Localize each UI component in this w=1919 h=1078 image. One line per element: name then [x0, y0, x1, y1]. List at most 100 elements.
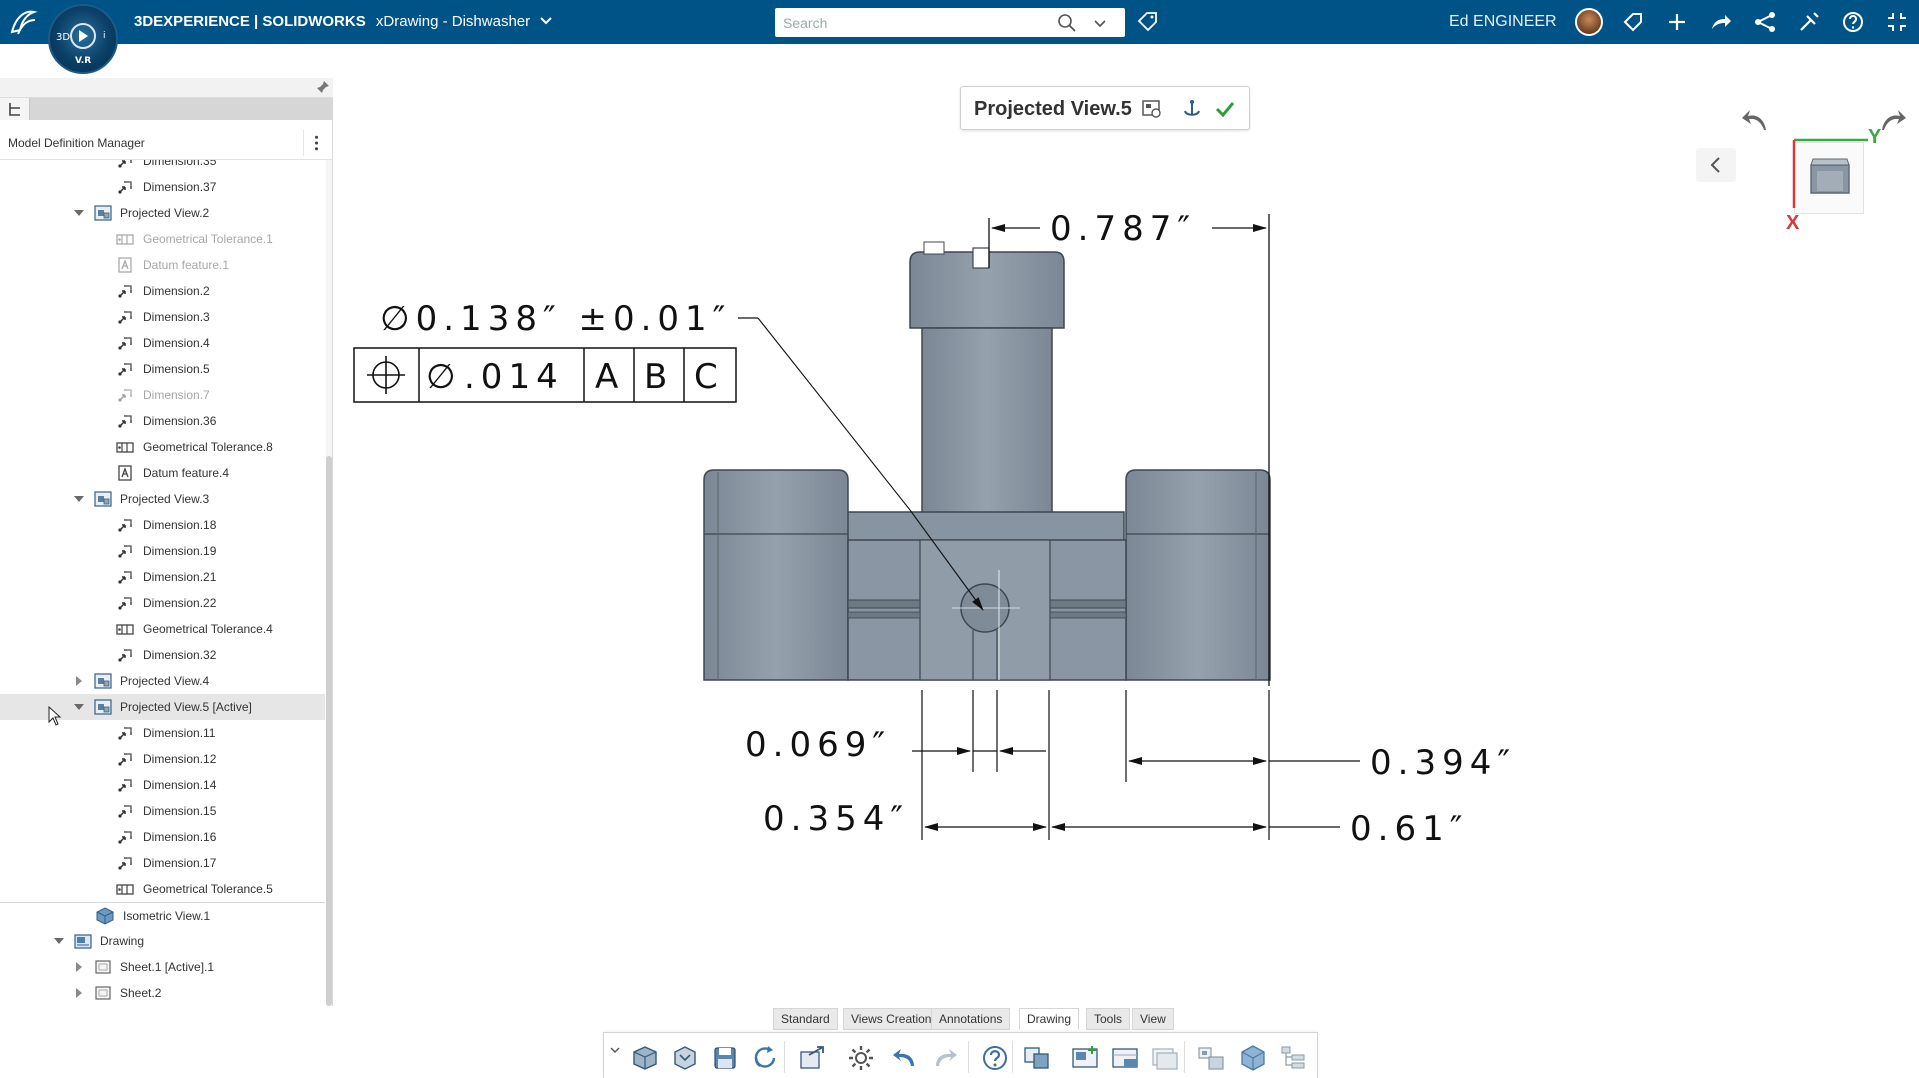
more-options-icon[interactable] — [303, 130, 329, 156]
tree-item[interactable]: Projected View.4 — [0, 668, 325, 694]
scrollbar-thumb[interactable] — [326, 456, 332, 1006]
caret-down-icon[interactable] — [74, 702, 84, 712]
undo-icon[interactable] — [890, 1043, 920, 1073]
tree-item[interactable]: Sheet.2 — [0, 980, 325, 1006]
fullscreen-icon[interactable] — [1884, 9, 1910, 35]
tree-item[interactable]: Dimension.17 — [0, 850, 325, 876]
tree-item[interactable]: Dimension.21 — [0, 564, 325, 590]
tree-item[interactable]: Dimension.32 — [0, 642, 325, 668]
caret-down-icon[interactable] — [74, 208, 84, 218]
tree-item[interactable]: Dimension.15 — [0, 798, 325, 824]
tree-item-label: Geometrical Tolerance.5 — [143, 882, 273, 896]
bom-icon[interactable] — [1278, 1043, 1308, 1073]
tab-annotations[interactable]: Annotations — [931, 1008, 1011, 1030]
tree-item[interactable]: Dimension.22 — [0, 590, 325, 616]
settings-icon[interactable] — [846, 1043, 876, 1073]
dassault-logo-icon[interactable] — [8, 6, 38, 38]
drawing-canvas[interactable]: 0.787″ ∅0.138″ ±0.01″ ∅ .014 A B C 0.069… — [340, 190, 1600, 870]
fcf-tolerance-value: .014 — [464, 357, 564, 397]
background-icon[interactable] — [1150, 1043, 1180, 1073]
caret-down-icon[interactable] — [54, 936, 64, 946]
tree-item[interactable]: Dimension.3 — [0, 304, 325, 330]
tree-item[interactable]: Drawing — [0, 928, 325, 954]
rotate-left-icon[interactable] — [1740, 104, 1772, 134]
caret-right-icon[interactable] — [74, 676, 84, 686]
tree-item[interactable]: Dimension.2 — [0, 278, 325, 304]
share-tag-icon[interactable] — [1620, 9, 1646, 35]
network-icon[interactable] — [1752, 9, 1778, 35]
tab-view[interactable]: View — [1132, 1008, 1174, 1030]
feature-control-frame[interactable]: ∅ .014 A B C — [353, 347, 737, 403]
caret-right-icon[interactable] — [74, 988, 84, 998]
save-icon[interactable] — [710, 1043, 740, 1073]
tree-item[interactable]: Dimension.36 — [0, 408, 325, 434]
search-icon[interactable] — [1057, 13, 1077, 33]
chevron-down-icon[interactable] — [540, 16, 553, 26]
help-icon[interactable] — [980, 1043, 1010, 1073]
redo-icon[interactable] — [930, 1043, 960, 1073]
tree-tab[interactable] — [0, 98, 30, 120]
refresh-icon[interactable] — [750, 1043, 780, 1073]
tree-item[interactable]: Dimension.37 — [0, 174, 325, 200]
search-box[interactable] — [775, 8, 1125, 37]
help-icon[interactable] — [1840, 9, 1866, 35]
tree-item[interactable]: Projected View.2 — [0, 200, 325, 226]
add-icon[interactable] — [1664, 9, 1690, 35]
tree-item[interactable]: Geometrical Tolerance.8 — [0, 434, 325, 460]
caret-down-icon[interactable] — [74, 494, 84, 504]
user-name[interactable]: Ed ENGINEER — [1449, 13, 1557, 31]
front-view-icon[interactable] — [1022, 1043, 1052, 1073]
collapse-button[interactable] — [1696, 148, 1736, 182]
chevron-down-icon[interactable] — [608, 1043, 622, 1057]
dimension-0-069[interactable]: 0.069″ — [745, 725, 1046, 765]
export-icon[interactable] — [797, 1043, 827, 1073]
pin-icon[interactable] — [316, 80, 330, 94]
dimension-0-354[interactable]: 0.354″ — [763, 799, 1047, 839]
view-3d-icon[interactable] — [630, 1043, 660, 1073]
tree-item[interactable]: Dimension.14 — [0, 772, 325, 798]
anchor-icon[interactable] — [1181, 98, 1203, 120]
compass-widget[interactable]: 3D i V.R — [48, 4, 118, 74]
tree-item-label: Dimension.7 — [143, 388, 210, 402]
title-block-icon[interactable] — [1110, 1043, 1140, 1073]
view-layout-icon[interactable] — [1196, 1043, 1226, 1073]
tree-item[interactable]: Geometrical Tolerance.1 — [0, 226, 325, 252]
insert-sheet-icon[interactable] — [1070, 1043, 1100, 1073]
tree-item[interactable]: Dimension.18 — [0, 512, 325, 538]
tree-item[interactable]: Projected View.3 — [0, 486, 325, 512]
tree-item[interactable]: Dimension.7 — [0, 382, 325, 408]
chevron-down-icon[interactable] — [1091, 14, 1109, 32]
tree-scrollbar[interactable] — [326, 160, 332, 1006]
tab-standard[interactable]: Standard — [773, 1008, 838, 1030]
tree-item[interactable]: Geometrical Tolerance.5 — [0, 876, 325, 902]
view-properties-icon[interactable] — [1141, 98, 1163, 120]
tree-item[interactable]: Dimension.12 — [0, 746, 325, 772]
part-geometry[interactable] — [703, 241, 1271, 681]
app-title[interactable]: 3DEXPERIENCE | SOLIDWORKS xDrawing - Dis… — [134, 13, 553, 30]
tree-item[interactable]: Geometrical Tolerance.4 — [0, 616, 325, 642]
tree-item[interactable]: Dimension.35 — [0, 160, 325, 174]
active-view-label[interactable]: Projected View.5 — [960, 86, 1250, 130]
tools-icon[interactable] — [1796, 9, 1822, 35]
tree-item[interactable]: Dimension.16 — [0, 824, 325, 850]
tree-item[interactable]: Dimension.19 — [0, 538, 325, 564]
isometric-view-icon[interactable] — [1238, 1043, 1268, 1073]
tree-item[interactable]: Dimension.4 — [0, 330, 325, 356]
tab-drawing[interactable]: Drawing — [1019, 1008, 1080, 1030]
avatar[interactable] — [1575, 8, 1603, 36]
share-icon[interactable] — [1708, 9, 1734, 35]
open-icon[interactable] — [670, 1043, 700, 1073]
tree-item[interactable]: Isometric View.1 — [0, 902, 325, 928]
tab-tools[interactable]: Tools — [1086, 1008, 1131, 1030]
tree-item[interactable]: Dimension.5 — [0, 356, 325, 382]
caret-right-icon[interactable] — [74, 962, 84, 972]
tree-item[interactable]: Datum feature.4 — [0, 460, 325, 486]
dimension-0-61[interactable]: 0.61″ — [1051, 809, 1468, 849]
checkmark-icon[interactable] — [1214, 98, 1236, 120]
tag-icon[interactable] — [1136, 10, 1160, 34]
tab-views-creation[interactable]: Views Creation — [843, 1008, 940, 1030]
search-input[interactable] — [783, 13, 1053, 33]
tree-item[interactable]: Sheet.1 [Active].1 — [0, 954, 325, 980]
dimension-0-394[interactable]: 0.394″ — [1128, 743, 1516, 783]
tree-item[interactable]: Datum feature.1 — [0, 252, 325, 278]
